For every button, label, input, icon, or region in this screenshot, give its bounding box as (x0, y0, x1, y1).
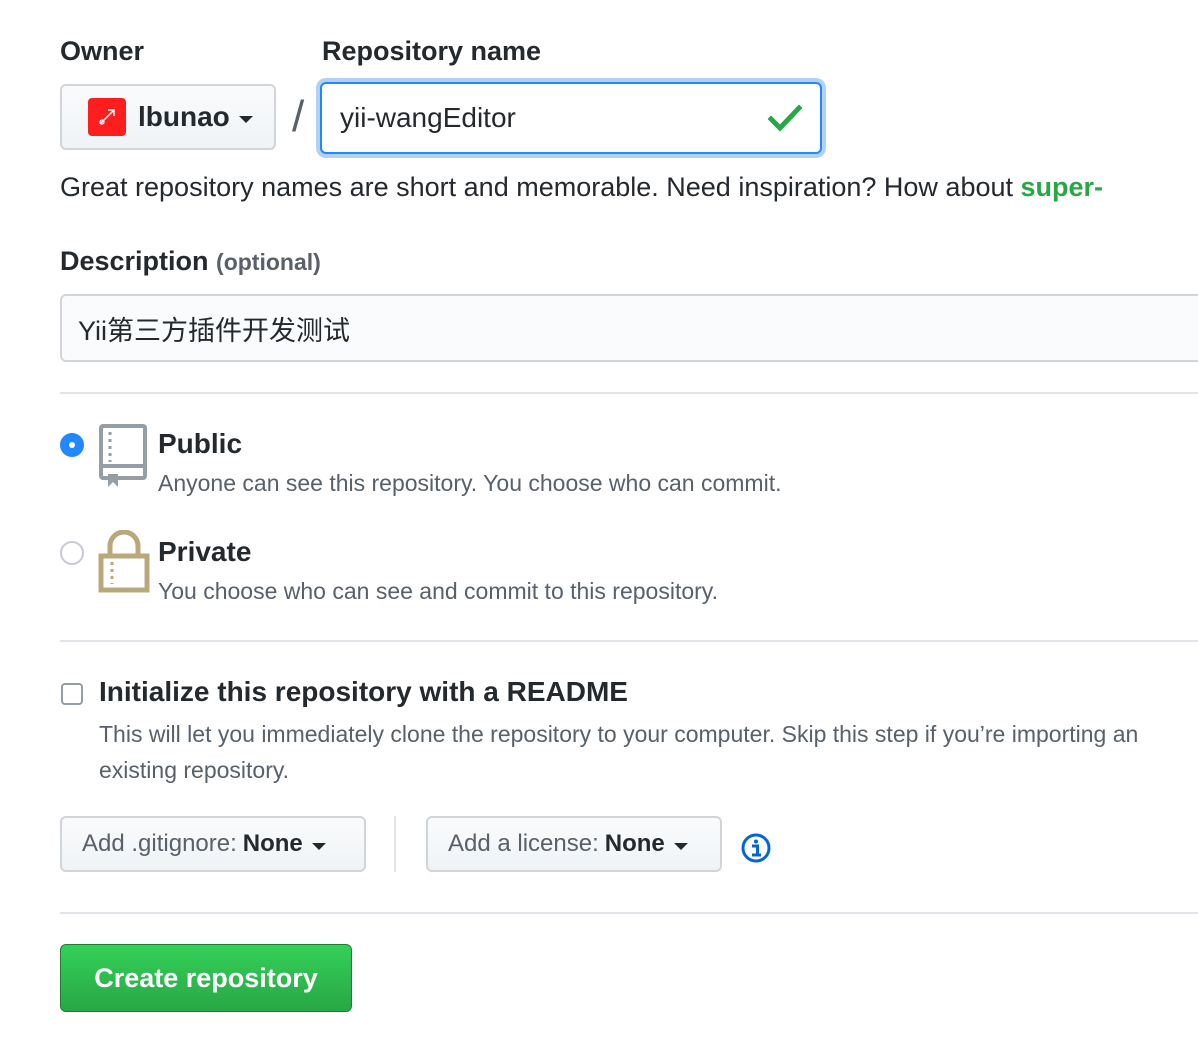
public-title: Public (158, 428, 243, 459)
owner-repo-separator: / (292, 92, 305, 141)
license-prefix: Add a license: (448, 830, 599, 857)
repository-name-value: yii-wangEditor (340, 102, 516, 133)
owner-label: Owner (60, 36, 145, 66)
description-label-group: Description (optional) (60, 246, 321, 277)
hint-text: Great repository names are short and mem… (60, 172, 1021, 202)
check-icon (768, 104, 802, 132)
chevron-down-icon (673, 842, 688, 850)
description-value: Yii第三方插件开发测试 (78, 315, 351, 346)
owner-name: lbunao (138, 101, 230, 132)
owner-select-button[interactable]: lbunao (60, 84, 276, 150)
license-select-button[interactable]: Add a license: None (426, 816, 722, 872)
divider (60, 640, 1198, 642)
repo-icon (99, 424, 147, 487)
readme-title: Initialize this repository with a README (99, 676, 628, 707)
vertical-divider (394, 816, 396, 872)
readme-description: This will let you immediately clone the … (99, 721, 1139, 783)
description-input[interactable]: Yii第三方插件开发测试 (60, 294, 1198, 362)
name-suggestion-link[interactable]: super- (1021, 172, 1104, 202)
gitignore-select-button[interactable]: Add .gitignore: None (60, 816, 366, 872)
public-description: Anyone can see this repository. You choo… (158, 470, 782, 496)
create-repository-button[interactable]: Create repository (60, 944, 352, 1012)
private-radio[interactable] (60, 541, 84, 565)
description-label: Description (60, 246, 209, 276)
info-icon[interactable] (740, 832, 772, 864)
public-radio[interactable] (60, 433, 84, 457)
repository-name-input[interactable]: yii-wangEditor (320, 82, 822, 154)
private-title: Private (158, 536, 252, 567)
lock-icon (98, 530, 150, 593)
repository-name-label: Repository name (322, 36, 542, 66)
gitignore-value: None (242, 830, 303, 857)
divider (60, 912, 1198, 914)
optional-tag: (optional) (216, 249, 321, 275)
private-description: You choose who can see and commit to thi… (158, 578, 718, 604)
gitignore-prefix: Add .gitignore: (82, 830, 237, 857)
avatar (88, 98, 126, 136)
repository-name-hint: Great repository names are short and mem… (60, 172, 1103, 203)
license-value: None (604, 830, 665, 857)
divider (60, 392, 1198, 394)
readme-checkbox[interactable] (61, 683, 83, 705)
chevron-down-icon (238, 115, 253, 123)
chevron-down-icon (311, 842, 326, 850)
